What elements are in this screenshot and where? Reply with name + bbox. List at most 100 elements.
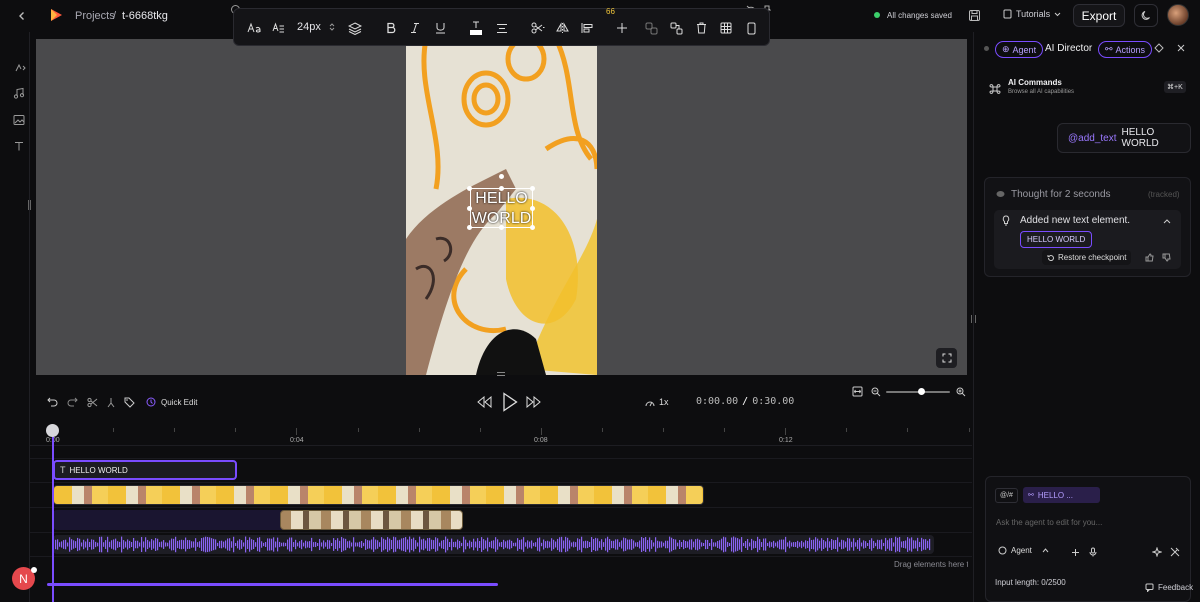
waveform-bar	[297, 542, 299, 547]
underline-button[interactable]	[428, 9, 452, 47]
resize-handle[interactable]	[467, 225, 472, 230]
resize-handle[interactable]	[530, 225, 535, 230]
waveform-bar	[749, 542, 751, 547]
align-center-icon	[497, 23, 507, 33]
playhead-handle[interactable]	[46, 424, 59, 437]
thumbs-up-icon[interactable]	[1145, 253, 1154, 262]
aspect-button[interactable]	[739, 9, 763, 47]
zoom-slider[interactable]	[886, 388, 950, 395]
mode-selector[interactable]: Agent	[998, 546, 1049, 555]
timeline-scrollbar-thumb[interactable]	[47, 583, 498, 586]
waveform-bar	[203, 537, 205, 552]
font-size-value[interactable]: 24px	[297, 21, 321, 33]
back-button[interactable]	[14, 8, 30, 24]
timeline-scrollbar[interactable]	[47, 583, 967, 586]
time-ruler[interactable]	[30, 426, 972, 446]
play-icon[interactable]	[502, 392, 518, 412]
zoom-out-icon[interactable]	[871, 387, 881, 397]
agent-panel: ⊕ Agent AI Director ⚯ Actions AI Commands …	[971, 32, 1200, 602]
quick-edit-button[interactable]: Quick Edit	[146, 397, 197, 407]
thumbs-down-icon[interactable]	[1162, 253, 1171, 262]
cut-icon[interactable]	[87, 397, 98, 408]
chevron-up-icon[interactable]	[1163, 219, 1171, 224]
waveform-bar	[811, 540, 813, 549]
rewind-icon[interactable]	[477, 396, 492, 408]
result-box: Added new text element. HELLO WORLD Rest…	[994, 210, 1181, 269]
video-clip[interactable]	[53, 485, 704, 505]
sparkle-icon[interactable]	[1152, 547, 1162, 557]
breadcrumb-projects[interactable]: Projects	[75, 10, 115, 22]
save-button[interactable]	[968, 9, 981, 22]
position-button[interactable]	[610, 9, 634, 47]
breadcrumb-current[interactable]: t-6668tkg	[122, 10, 168, 22]
align-elements-button[interactable]	[575, 9, 599, 47]
text-color-button[interactable]	[464, 9, 488, 47]
bold-button[interactable]	[379, 9, 403, 47]
resize-handle[interactable]	[530, 186, 535, 191]
broll-clip[interactable]	[280, 510, 463, 530]
microphone-icon[interactable]	[1089, 547, 1097, 557]
rail-resize-handle[interactable]	[28, 200, 31, 210]
fast-forward-icon[interactable]	[526, 396, 541, 408]
italic-button[interactable]	[403, 9, 427, 47]
export-button[interactable]: Export	[1073, 4, 1125, 27]
clear-button[interactable]	[1154, 43, 1164, 53]
result-chip[interactable]: HELLO WORLD	[1020, 231, 1093, 248]
audio-clip[interactable]	[53, 535, 934, 554]
magic-off-icon[interactable]	[1170, 547, 1180, 557]
zoom-in-icon[interactable]	[956, 387, 966, 397]
mention-button[interactable]: @/#	[995, 488, 1018, 503]
attach-icon[interactable]	[1071, 548, 1080, 557]
zoom-slider-knob[interactable]	[917, 388, 925, 395]
context-chip[interactable]: ⚯ HELLO ...	[1023, 487, 1100, 503]
tab-agent[interactable]: ⊕ Agent	[995, 41, 1044, 58]
undo-icon[interactable]	[47, 397, 58, 407]
resize-handle[interactable]	[467, 206, 472, 211]
close-panel-button[interactable]	[1177, 44, 1185, 52]
waveform-bar	[673, 539, 675, 550]
grid-button[interactable]	[714, 9, 738, 47]
resize-handle[interactable]	[499, 186, 504, 191]
fullscreen-button[interactable]	[936, 348, 957, 368]
rotate-handle[interactable]	[499, 174, 504, 179]
ruler-tick	[663, 428, 664, 432]
redo-icon[interactable]	[67, 397, 78, 407]
split-button[interactable]	[526, 9, 550, 47]
rail-item-text[interactable]	[13, 140, 25, 152]
thought-text[interactable]: Thought for 2 seconds	[1011, 189, 1111, 200]
resize-handle[interactable]	[530, 206, 535, 211]
font-size-stepper[interactable]	[329, 22, 335, 32]
layers-button[interactable]	[343, 9, 367, 47]
waveform-bar	[119, 541, 121, 548]
tag-icon[interactable]	[124, 397, 135, 408]
panel-resize-handle[interactable]	[971, 315, 976, 323]
user-avatar[interactable]	[1167, 4, 1189, 26]
app-logo[interactable]	[48, 7, 64, 23]
text-clip[interactable]: T HELLO WORLD	[53, 460, 237, 480]
rail-item-chevron[interactable]	[13, 61, 27, 75]
align-button[interactable]	[490, 9, 514, 47]
fit-timeline-icon[interactable]	[852, 386, 863, 397]
rail-item-image[interactable]	[13, 114, 25, 126]
group-button[interactable]	[664, 9, 688, 47]
text-style-button[interactable]	[266, 9, 290, 47]
tutorials-dropdown[interactable]: Tutorials	[1003, 9, 1061, 19]
tab-actions[interactable]: ⚯ Actions	[1098, 41, 1153, 58]
canvas-text-element[interactable]: HELLO WORLD	[470, 188, 533, 228]
delete-button[interactable]	[689, 9, 713, 47]
ai-commands-row[interactable]: AI Commands Browse all AI capabilities ⌘…	[987, 78, 1192, 100]
font-family-button[interactable]	[242, 9, 266, 47]
resize-handle[interactable]	[499, 225, 504, 230]
restore-checkpoint-button[interactable]: Restore checkpoint	[1042, 250, 1132, 265]
preview-resize-handle[interactable]	[497, 372, 505, 376]
chat-input[interactable]: Ask the agent to edit for you...	[996, 518, 1102, 527]
feedback-button[interactable]: Feedback	[1145, 583, 1193, 592]
rail-item-audio[interactable]	[13, 87, 25, 99]
split-marker-icon[interactable]	[106, 397, 116, 408]
speed-control[interactable]: 1x	[645, 397, 669, 407]
theme-toggle[interactable]	[1134, 4, 1158, 27]
resize-handle[interactable]	[467, 186, 472, 191]
flip-button[interactable]	[550, 9, 574, 47]
link-button[interactable]	[639, 9, 663, 47]
waveform-bar	[793, 542, 795, 547]
